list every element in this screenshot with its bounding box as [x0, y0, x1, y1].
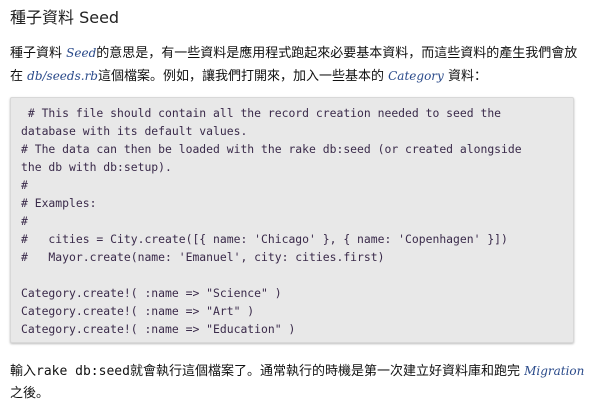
- section-title: 種子資料 Seed: [10, 8, 120, 27]
- text: 輸入: [10, 364, 37, 379]
- term-seed: Seed: [66, 46, 97, 60]
- text: 之後。: [10, 386, 50, 401]
- file-path: db/seeds.rb: [27, 69, 98, 83]
- command: rake db:seed: [36, 364, 130, 379]
- text: 資料：: [443, 69, 487, 84]
- intro-paragraph: 種子資料 Seed的意思是，有一些資料是應用程式跑起來必要基本資料，而這些資料的…: [10, 42, 590, 88]
- code-block: # This file should contain all the recor…: [10, 97, 574, 343]
- text: 就會執行這個檔案了。通常執行的時機是第一次建立好資料庫和跑完: [129, 364, 525, 379]
- term-migration: Migration: [524, 364, 585, 378]
- text: 種子資料: [10, 46, 67, 61]
- term-category: Category: [388, 69, 444, 83]
- text: 這個檔案。例如，讓我們打開來，加入一些基本的: [97, 69, 389, 84]
- outro-paragraph: 輸入rake db:seed就會執行這個檔案了。通常執行的時機是第一次建立好資料…: [10, 360, 590, 405]
